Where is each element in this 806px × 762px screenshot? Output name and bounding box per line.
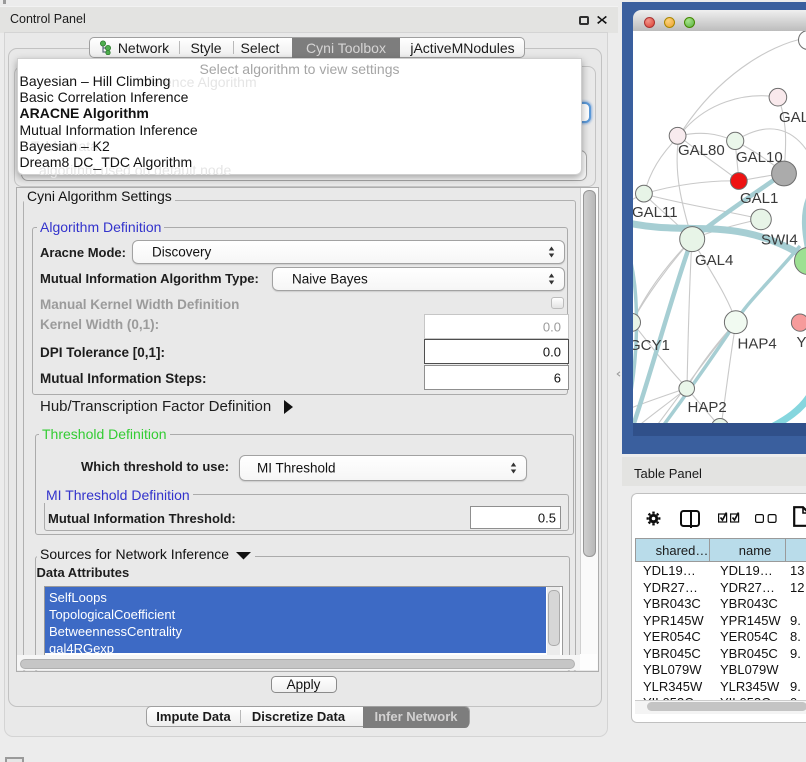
svg-text:GCY1: GCY1 bbox=[633, 337, 670, 354]
svg-text:GAL11: GAL11 bbox=[633, 204, 678, 221]
svg-text:HAP2: HAP2 bbox=[688, 399, 727, 416]
svg-text:GAL1: GAL1 bbox=[740, 190, 778, 207]
svg-text:GAL4: GAL4 bbox=[695, 252, 733, 269]
svg-text:GAL10: GAL10 bbox=[736, 149, 783, 166]
svg-text:GAL80: GAL80 bbox=[678, 142, 725, 159]
svg-text:SWI4: SWI4 bbox=[761, 232, 798, 249]
svg-text:HAP4: HAP4 bbox=[738, 336, 777, 353]
svg-text:GAL7: GAL7 bbox=[779, 109, 806, 126]
svg-text:YM: YM bbox=[797, 334, 806, 351]
